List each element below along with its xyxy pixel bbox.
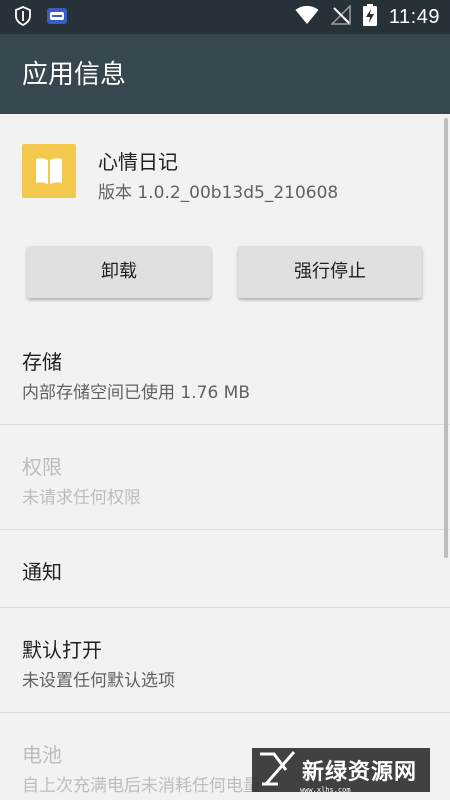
- app-header: 心情日记 版本 1.0.2_00b13d5_210608: [0, 114, 450, 228]
- storage-summary: 内部存储空间已使用 1.76 MB: [22, 383, 250, 403]
- open-by-default-title: 默认打开: [22, 638, 102, 662]
- battery-title: 电池: [22, 743, 62, 767]
- status-bar: 11:49: [0, 0, 450, 34]
- battery-summary: 自上次充满电后未消耗任何电量: [22, 776, 260, 796]
- battery-charging-icon: [362, 4, 377, 30]
- force-stop-button[interactable]: 强行停止: [238, 246, 422, 298]
- notifications-title: 通知: [22, 560, 62, 584]
- storage-title: 存储: [22, 350, 62, 374]
- status-time: 11:49: [388, 5, 440, 28]
- open-by-default-summary: 未设置任何默认选项: [22, 671, 175, 691]
- app-info-screen: 11:49 应用信息 心情日记 版本 1.0.2_00b13d5_210608 …: [0, 0, 450, 800]
- app-name: 心情日记: [98, 150, 178, 174]
- uninstall-button[interactable]: 卸载: [27, 246, 211, 298]
- shield-icon: [14, 6, 32, 30]
- settings-item-open-by-default[interactable]: 默认打开 未设置任何默认选项: [0, 608, 450, 712]
- permissions-summary: 未请求任何权限: [22, 488, 141, 508]
- settings-item-storage[interactable]: 存储 内部存储空间已使用 1.76 MB: [0, 322, 450, 424]
- app-bar: 应用信息: [0, 34, 450, 114]
- book-icon: [22, 144, 76, 198]
- game-controller-icon: [46, 6, 68, 30]
- app-version: 版本 1.0.2_00b13d5_210608: [98, 183, 339, 203]
- settings-item-permissions[interactable]: 权限 未请求任何权限: [0, 425, 450, 529]
- settings-item-notifications[interactable]: 通知: [0, 530, 450, 607]
- watermark-logo-icon: [258, 750, 296, 790]
- no-signal-icon: [330, 4, 351, 29]
- wifi-icon: [295, 5, 319, 29]
- status-bar-system: 11:49: [295, 0, 440, 34]
- scrollbar[interactable]: [444, 118, 448, 558]
- page-title: 应用信息: [22, 60, 127, 90]
- watermark-url: www.xlhs.com: [300, 786, 351, 794]
- status-bar-notifications: [14, 6, 68, 30]
- watermark-text: 新绿资源网: [302, 760, 418, 785]
- permissions-title: 权限: [22, 455, 62, 479]
